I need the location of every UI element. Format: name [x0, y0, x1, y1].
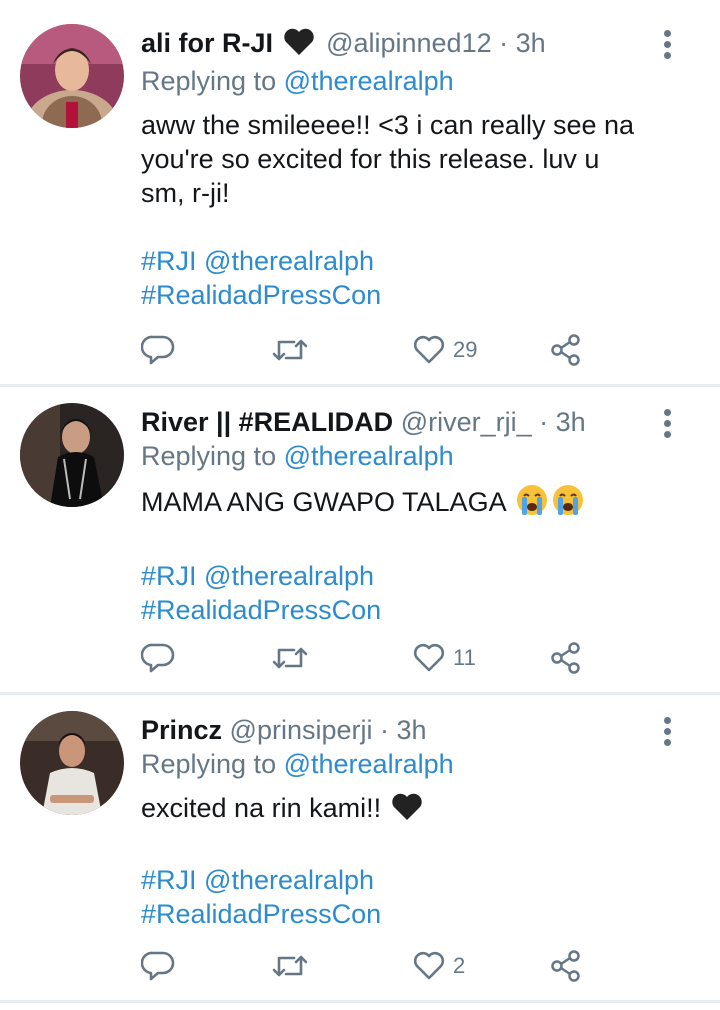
share-icon — [551, 642, 580, 674]
display-name[interactable]: River || #REALIDAD — [141, 407, 393, 437]
reply-icon — [141, 643, 175, 673]
retweet-icon — [272, 955, 308, 977]
timestamp: · 3h — [539, 407, 586, 437]
replying-to-mention[interactable]: @therealralph — [284, 441, 454, 471]
replying-prefix: Replying to — [141, 749, 277, 779]
tweet-body: excited na rin kami!! — [141, 791, 650, 829]
mention-link[interactable]: @therealralph — [204, 561, 374, 591]
replying-to-line: Replying to @therealralph — [141, 747, 650, 781]
like-button[interactable]: 29 — [413, 332, 477, 368]
hashtag[interactable]: #RealidadPressCon — [141, 278, 650, 312]
replies-feed: ali for R-JI @alipinned12 · 3h Replying … — [0, 0, 720, 1003]
timestamp: · 3h — [499, 28, 546, 58]
tweet-content: River || #REALIDAD @river_rji_ · 3h Repl… — [141, 405, 650, 627]
more-icon[interactable] — [660, 409, 674, 443]
hashtag[interactable]: #RJI — [141, 561, 197, 591]
replying-to-line: Replying to @therealralph — [141, 439, 650, 473]
hashtag[interactable]: #RealidadPressCon — [141, 897, 650, 931]
black-heart-icon — [283, 28, 315, 64]
tweet-body-text: MAMA ANG GWAPO TALAGA — [141, 487, 506, 517]
handle[interactable]: @river_rji_ — [401, 407, 532, 437]
retweet-button[interactable] — [271, 640, 309, 676]
tweet-body-text: excited na rin kami!! — [141, 793, 382, 823]
like-count: 2 — [453, 953, 466, 978]
avatar[interactable] — [20, 24, 124, 128]
crying-emoji-icon — [515, 483, 585, 525]
replying-to-mention[interactable]: @therealralph — [284, 66, 454, 96]
like-icon — [413, 335, 445, 364]
reply-button[interactable] — [141, 640, 175, 676]
handle[interactable]: @prinsiperji — [230, 715, 373, 745]
reply-button[interactable] — [141, 332, 175, 368]
tweet-content: ali for R-JI @alipinned12 · 3h Replying … — [141, 26, 650, 312]
like-icon — [413, 951, 445, 980]
tweet[interactable]: ali for R-JI @alipinned12 · 3h Replying … — [0, 0, 720, 387]
tweet-body: MAMA ANG GWAPO TALAGA — [141, 483, 650, 525]
share-button[interactable] — [549, 640, 583, 676]
retweet-icon — [272, 647, 308, 669]
avatar[interactable] — [20, 711, 124, 815]
timestamp: · 3h — [380, 715, 427, 745]
display-name[interactable]: Princz — [141, 715, 222, 745]
replying-to-line: Replying to @therealralph — [141, 64, 650, 98]
hashtag[interactable]: #RJI — [141, 865, 197, 895]
hashtag[interactable]: #RJI — [141, 246, 197, 276]
replying-to-mention[interactable]: @therealralph — [284, 749, 454, 779]
tweet-hashtags: #RJI @therealralph #RealidadPressCon — [141, 244, 650, 312]
tweet-actions: 29 — [141, 332, 700, 368]
tweet-content: Princz @prinsiperji · 3h Replying to @th… — [141, 713, 650, 931]
like-button[interactable]: 2 — [413, 948, 465, 984]
like-count: 11 — [453, 645, 476, 670]
reply-icon — [141, 335, 175, 365]
handle[interactable]: @alipinned12 — [326, 28, 492, 58]
share-button[interactable] — [549, 948, 583, 984]
tweet-hashtags: #RJI @therealralph #RealidadPressCon — [141, 863, 650, 931]
mention-link[interactable]: @therealralph — [204, 246, 374, 276]
more-icon[interactable] — [660, 717, 674, 751]
display-name[interactable]: ali for R-JI — [141, 28, 273, 58]
like-count: 29 — [453, 337, 478, 362]
mention-link[interactable]: @therealralph — [204, 865, 374, 895]
tweet-body: aww the smileeee!! <3 i can really see n… — [141, 110, 635, 208]
like-icon — [413, 643, 445, 672]
retweet-button[interactable] — [271, 948, 309, 984]
hashtag[interactable]: #RealidadPressCon — [141, 593, 650, 627]
tweet-actions: 11 — [141, 640, 700, 676]
replying-prefix: Replying to — [141, 66, 277, 96]
tweet[interactable]: Princz @prinsiperji · 3h Replying to @th… — [0, 695, 720, 1003]
tweet-header: River || #REALIDAD @river_rji_ · 3h — [141, 405, 650, 439]
retweet-button[interactable] — [271, 332, 309, 368]
replying-prefix: Replying to — [141, 441, 277, 471]
black-heart-icon — [391, 793, 423, 829]
tweet-hashtags: #RJI @therealralph #RealidadPressCon — [141, 559, 650, 627]
tweet-header: ali for R-JI @alipinned12 · 3h — [141, 26, 650, 64]
like-button[interactable]: 11 — [413, 640, 476, 676]
tweet-actions: 2 — [141, 948, 700, 984]
tweet-header: Princz @prinsiperji · 3h — [141, 713, 650, 747]
more-icon[interactable] — [660, 30, 674, 64]
share-button[interactable] — [549, 332, 583, 368]
retweet-icon — [272, 339, 308, 361]
tweet[interactable]: River || #REALIDAD @river_rji_ · 3h Repl… — [0, 387, 720, 695]
share-icon — [551, 334, 580, 366]
share-icon — [551, 950, 580, 982]
reply-icon — [141, 951, 175, 981]
avatar[interactable] — [20, 403, 124, 507]
reply-button[interactable] — [141, 948, 175, 984]
